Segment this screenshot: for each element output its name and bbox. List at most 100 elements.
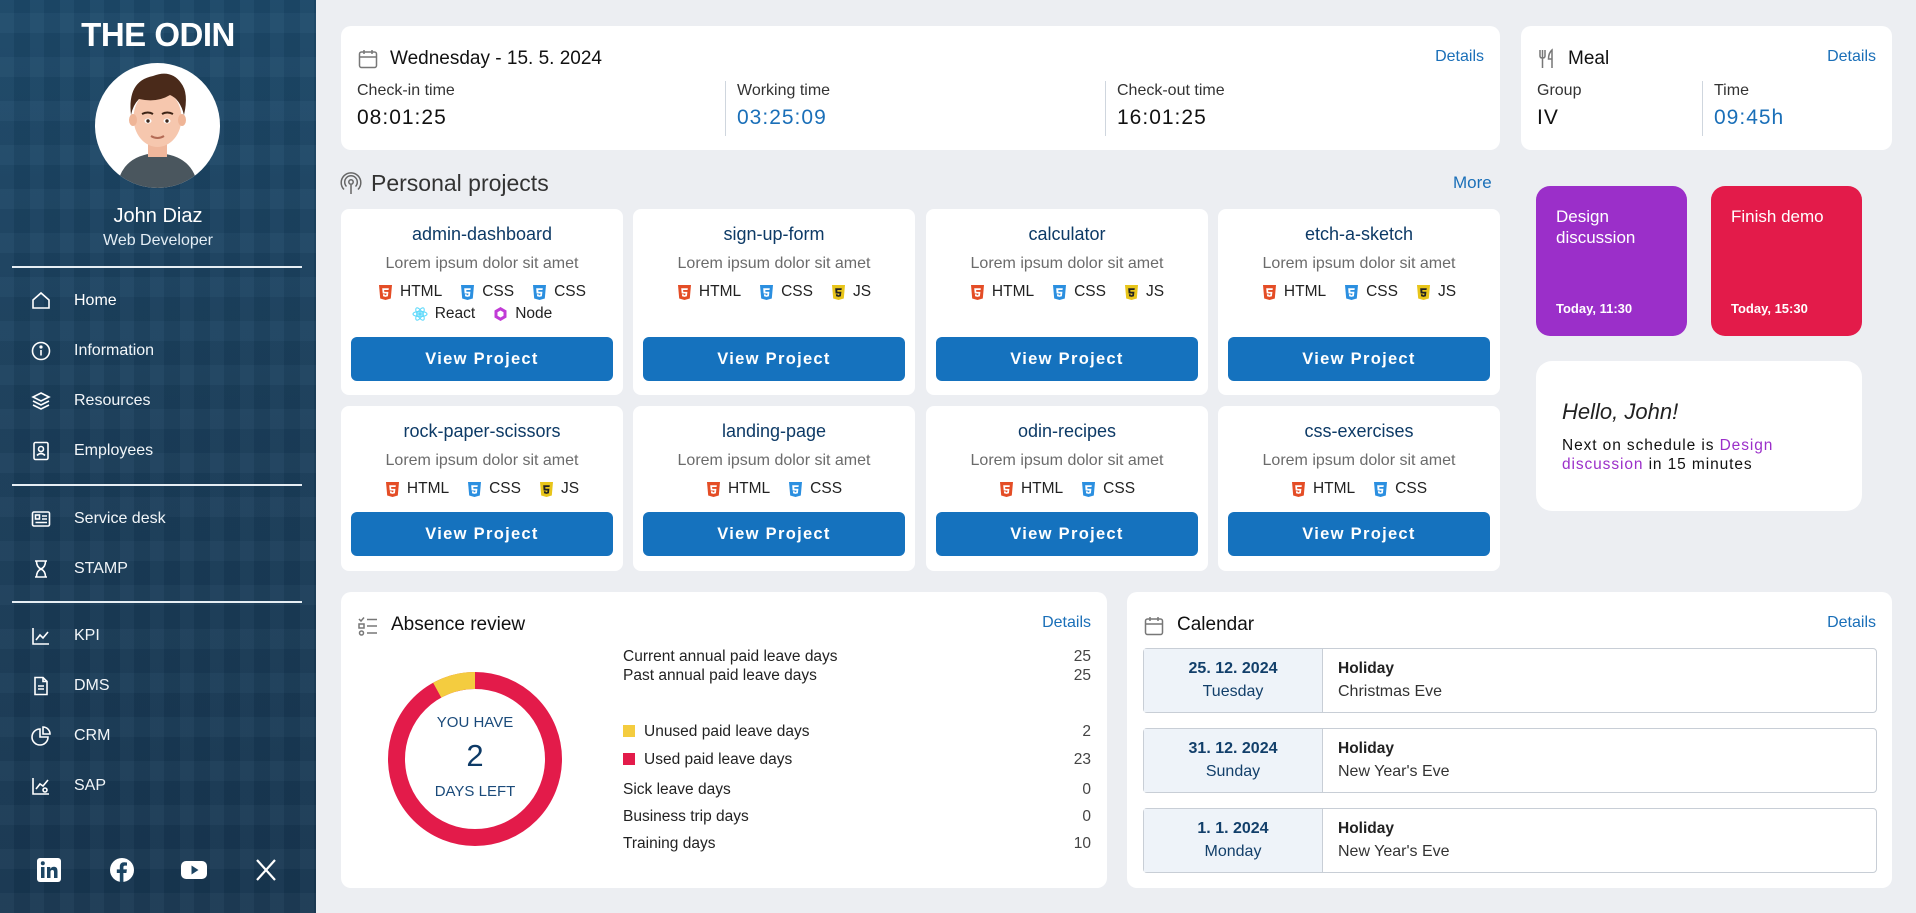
calendar-event-date: 1. 1. 2024 Monday xyxy=(1144,809,1323,872)
info-icon xyxy=(30,340,52,362)
podcast-icon xyxy=(340,172,362,201)
greeting-hello: Hello, John! xyxy=(1562,399,1679,424)
attendance-details-link[interactable]: Details xyxy=(1435,48,1484,66)
tech-label: HTML xyxy=(400,283,443,300)
view-project-button[interactable]: View Project xyxy=(351,512,613,556)
absence-row-value: 2 xyxy=(1082,723,1091,740)
document-icon xyxy=(30,675,52,697)
meal-card: Meal Details Group IV Time 09:45h xyxy=(1521,26,1892,150)
view-project-button[interactable]: View Project xyxy=(936,337,1198,381)
calendar-event-date: 31. 12. 2024 Sunday xyxy=(1144,729,1323,792)
view-project-button[interactable]: View Project xyxy=(351,337,613,381)
absence-row-value: 25 xyxy=(1073,648,1091,665)
project-card: rock-paper-scissors Lorem ipsum dolor sit… xyxy=(341,406,623,571)
id-badge-icon xyxy=(30,440,52,462)
css3-icon xyxy=(1052,284,1074,301)
project-description: Lorem ipsum dolor sit amet xyxy=(970,255,1164,272)
donut-label-top: YOU HAVE xyxy=(436,714,514,731)
calendar-event-info: Holiday New Year's Eve xyxy=(1338,740,1450,781)
absence-row-label: Current annual paid leave days xyxy=(623,648,838,665)
tech-tag: CSS xyxy=(532,283,586,301)
tech-list: HTML CSS CSS React Node xyxy=(359,283,605,323)
linkedin-icon[interactable] xyxy=(34,855,64,885)
javascript-icon xyxy=(831,284,853,301)
view-project-button[interactable]: View Project xyxy=(1228,512,1490,556)
project-title: css-exercises xyxy=(1304,421,1414,441)
checkout-label: Check-out time xyxy=(1117,82,1225,99)
column-divider xyxy=(1702,81,1703,136)
task-card[interactable]: Design discussion Today, 11:30 xyxy=(1536,186,1687,336)
youtube-icon[interactable] xyxy=(179,855,209,885)
calendar-details-link[interactable]: Details xyxy=(1827,614,1876,632)
css3-icon xyxy=(460,284,482,301)
absence-row-label: Past annual paid leave days xyxy=(623,667,817,684)
sidebar-item-information[interactable]: Information xyxy=(30,336,154,366)
tech-tag: HTML xyxy=(378,283,442,301)
project-description: Lorem ipsum dolor sit amet xyxy=(1262,255,1456,272)
greeting-message: Next on schedule is Design discussion in… xyxy=(1562,436,1852,474)
sidebar-item-stamp[interactable]: STAMP xyxy=(30,554,128,584)
meal-time-value: 09:45h xyxy=(1714,106,1785,129)
html5-icon xyxy=(999,481,1021,498)
css3-icon xyxy=(467,481,489,498)
view-project-button[interactable]: View Project xyxy=(643,512,905,556)
user-name: John Diaz xyxy=(113,205,203,227)
tech-label: React xyxy=(434,305,476,322)
project-description: Lorem ipsum dolor sit amet xyxy=(677,255,871,272)
calendar-event[interactable]: 31. 12. 2024 Sunday Holiday New Year's Eve xyxy=(1143,728,1877,793)
absence-row: Unused paid leave days 2 xyxy=(623,723,1091,741)
meal-group-value: IV xyxy=(1537,106,1559,129)
project-description: Lorem ipsum dolor sit amet xyxy=(677,452,871,469)
tech-label: HTML xyxy=(1020,480,1064,497)
project-title: etch-a-sketch xyxy=(1304,224,1414,244)
sidebar-item-dms[interactable]: DMS xyxy=(30,671,110,701)
sidebar-item-label: Information xyxy=(74,342,155,359)
calendar-event[interactable]: 25. 12. 2024 Tuesday Holiday Christmas Eve xyxy=(1143,648,1877,713)
brand-title: THE ODIN xyxy=(81,16,235,53)
sidebar-item-service-desk[interactable]: Service desk xyxy=(30,504,166,534)
meal-time-label: Time xyxy=(1714,82,1749,99)
meal-group-label: Group xyxy=(1537,82,1582,99)
tech-tag: HTML xyxy=(1262,283,1326,301)
tech-label: CSS xyxy=(489,480,521,497)
tech-tag: HTML xyxy=(999,480,1063,498)
calendar-title: Calendar xyxy=(1177,614,1255,635)
sidebar-item-crm[interactable]: CRM xyxy=(30,721,110,751)
view-project-button[interactable]: View Project xyxy=(643,337,905,381)
sidebar-item-sap[interactable]: SAP xyxy=(30,771,106,801)
view-project-button[interactable]: View Project xyxy=(936,512,1198,556)
home-icon xyxy=(30,290,52,312)
event-name: New Year's Eve xyxy=(1338,763,1450,780)
sidebar-item-employees[interactable]: Employees xyxy=(30,436,153,466)
tech-list: HTML CSS xyxy=(1236,480,1482,498)
absence-row: Sick leave days 0 xyxy=(623,781,1091,799)
event-date: 1. 1. 2024 xyxy=(1197,820,1269,837)
view-project-button[interactable]: View Project xyxy=(1228,337,1490,381)
sidebar-item-resources[interactable]: Resources xyxy=(30,386,150,416)
event-name: Christmas Eve xyxy=(1338,683,1443,700)
absence-row-value: 0 xyxy=(1082,808,1091,825)
javascript-icon xyxy=(539,481,561,498)
tech-tag: HTML xyxy=(970,283,1034,301)
task-card[interactable]: Finish demo Today, 15:30 xyxy=(1711,186,1862,336)
tech-tag: CSS xyxy=(1344,283,1398,301)
task-time: Today, 15:30 xyxy=(1731,301,1808,316)
donut-days-left: 2 xyxy=(466,738,484,773)
facebook-icon[interactable] xyxy=(107,855,137,885)
tech-label: Node xyxy=(515,305,553,322)
event-weekday: Tuesday xyxy=(1202,683,1264,700)
css3-icon xyxy=(1344,284,1366,301)
calendar-event[interactable]: 1. 1. 2024 Monday Holiday New Year's Eve xyxy=(1143,808,1877,873)
greeting-suffix: in 15 minutes xyxy=(1648,456,1753,473)
sidebar-item-home[interactable]: Home xyxy=(30,286,117,316)
absence-details-link[interactable]: Details xyxy=(1042,614,1091,632)
x-twitter-icon[interactable] xyxy=(251,855,281,885)
html5-icon xyxy=(1291,481,1313,498)
projects-more-link[interactable]: More xyxy=(1453,173,1492,193)
avatar[interactable] xyxy=(95,63,220,188)
project-card: sign-up-form Lorem ipsum dolor sit amet HT… xyxy=(633,209,915,395)
meal-details-link[interactable]: Details xyxy=(1827,48,1876,66)
absence-row-value: 23 xyxy=(1073,751,1091,768)
sidebar-item-kpi[interactable]: KPI xyxy=(30,621,100,651)
tech-label: HTML xyxy=(991,283,1035,300)
